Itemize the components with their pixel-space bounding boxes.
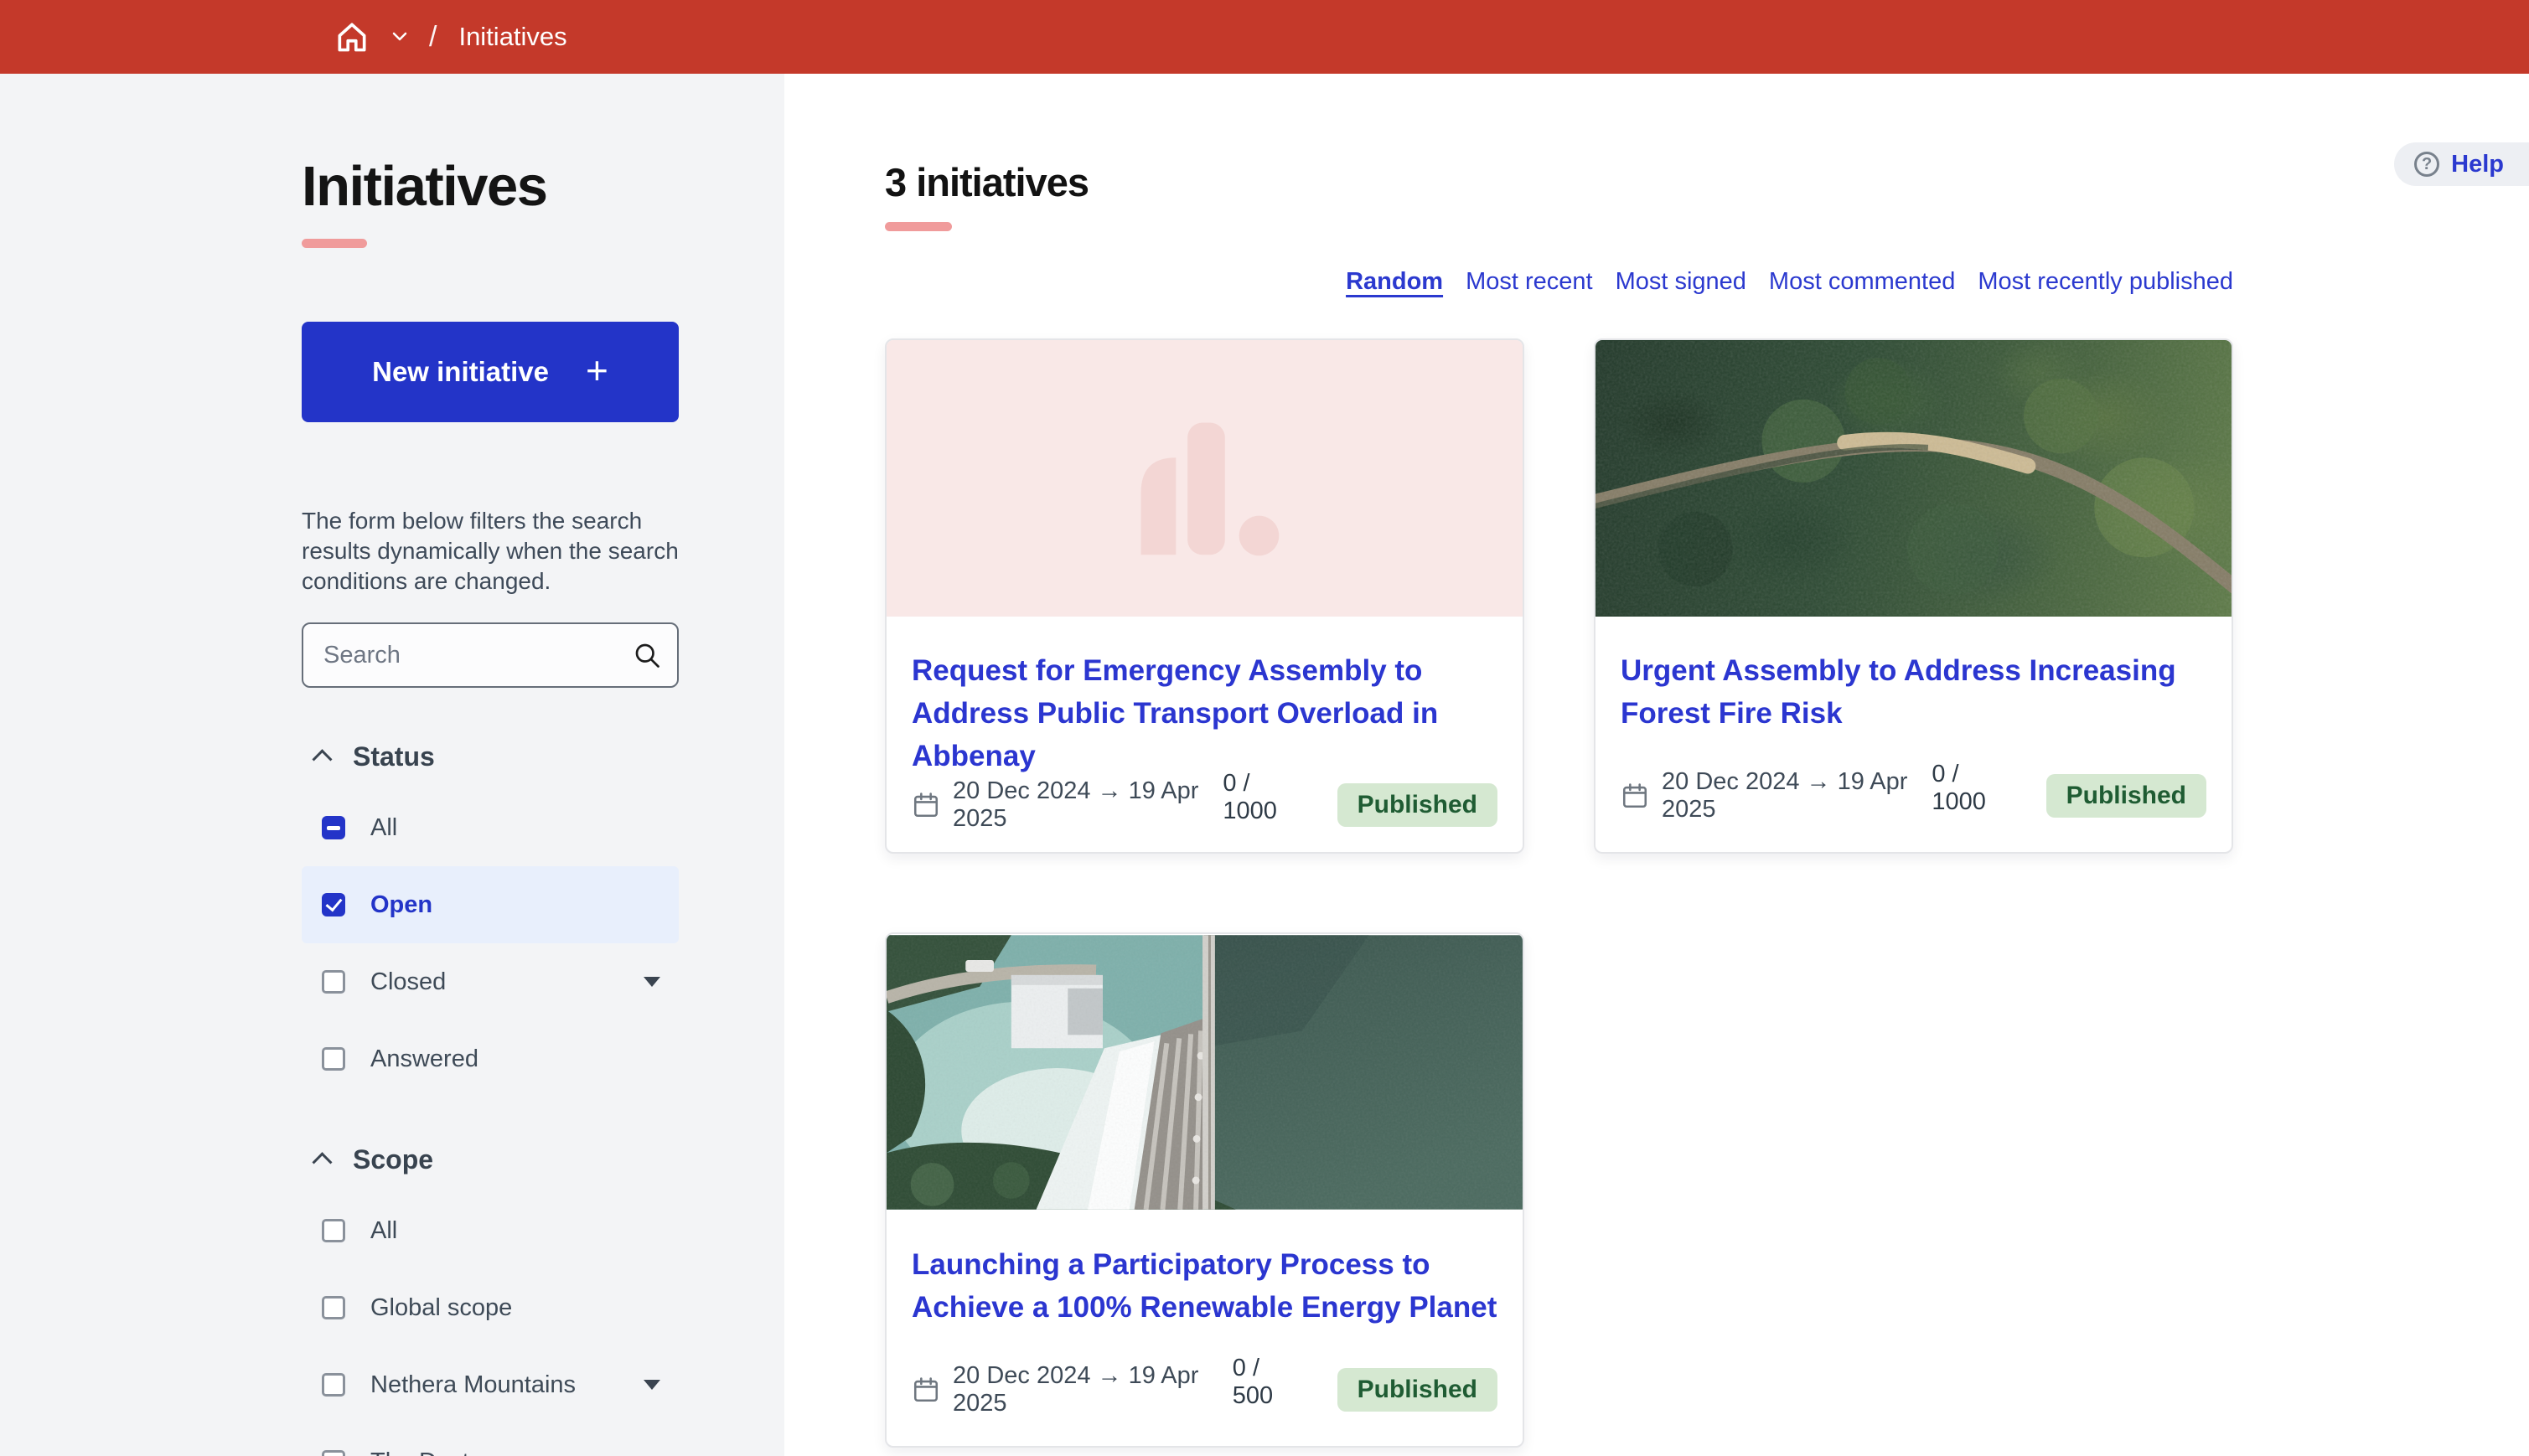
checkbox-unchecked[interactable] — [322, 1219, 345, 1242]
scope-filter-section: Scope All Global scope Nethera Mountains — [302, 1144, 679, 1456]
calendar-icon — [1621, 781, 1649, 811]
initiative-title[interactable]: Launching a Participatory Process to Ach… — [912, 1244, 1497, 1330]
initiative-card[interactable]: Request for Emergency Assembly to Addres… — [885, 338, 1524, 854]
home-icon[interactable] — [334, 18, 370, 55]
initiative-card[interactable]: Urgent Assembly to Address Increasing Fo… — [1594, 338, 2233, 854]
breadcrumb-bar: / Initiatives — [0, 0, 2529, 74]
calendar-icon — [912, 1375, 940, 1405]
status-filter-section: Status All Open Closed Answe — [302, 741, 679, 1097]
search-icon — [632, 640, 662, 674]
initiative-image-dam — [887, 934, 1523, 1211]
help-label: Help — [2451, 151, 2504, 178]
filter-option-scope-the-dust[interactable]: The Dust — [302, 1423, 679, 1456]
sort-random[interactable]: Random — [1346, 268, 1443, 296]
initiative-meta: 20 Dec 2024 → 19 Apr 2025 0 / 1000 Publi… — [912, 777, 1497, 833]
page-title: Initiatives — [302, 154, 679, 219]
chevron-up-icon — [312, 750, 332, 770]
initiative-dates: 20 Dec 2024 → 19 Apr 2025 — [953, 1362, 1233, 1417]
filter-option-status-all[interactable]: All — [302, 789, 679, 866]
signature-count: 0 / 1000 — [1932, 761, 2009, 816]
sort-most-commented[interactable]: Most commented — [1769, 268, 1955, 296]
question-mark-icon: ? — [2414, 152, 2439, 177]
help-button[interactable]: ? Help — [2394, 142, 2529, 186]
sort-most-recent[interactable]: Most recent — [1466, 268, 1593, 296]
initiative-image-forest — [1595, 340, 2232, 617]
checkbox-unchecked[interactable] — [322, 1296, 345, 1319]
chevron-down-icon[interactable] — [392, 32, 407, 42]
caret-down-icon[interactable] — [644, 977, 660, 987]
new-initiative-button[interactable]: New initiative + — [302, 322, 679, 422]
signature-count: 0 / 500 — [1233, 1355, 1301, 1410]
status-section-toggle[interactable]: Status — [302, 741, 679, 772]
initiative-dates: 20 Dec 2024 → 19 Apr 2025 — [953, 777, 1223, 833]
filter-option-scope-global[interactable]: Global scope — [302, 1269, 679, 1346]
results-count-heading: 3 initiatives — [885, 159, 2529, 205]
title-accent-bar — [302, 239, 367, 248]
new-initiative-label: New initiative — [372, 356, 549, 388]
calendar-icon — [912, 790, 940, 820]
initiative-title[interactable]: Request for Emergency Assembly to Addres… — [912, 650, 1497, 777]
filter-option-status-closed[interactable]: Closed — [302, 943, 679, 1020]
search-box — [302, 622, 679, 688]
checkbox-checked[interactable] — [322, 893, 345, 916]
filter-option-status-open[interactable]: Open — [302, 866, 679, 943]
scope-section-toggle[interactable]: Scope — [302, 1144, 679, 1175]
sort-options: Random Most recent Most signed Most comm… — [885, 268, 2233, 296]
plus-icon: + — [586, 348, 608, 393]
caret-down-icon[interactable] — [644, 1380, 660, 1390]
filter-description: The form below filters the search result… — [302, 506, 679, 596]
checkbox-unchecked[interactable] — [322, 970, 345, 994]
initiative-dates: 20 Dec 2024 → 19 Apr 2025 — [1662, 768, 1932, 824]
filter-option-status-answered[interactable]: Answered — [302, 1020, 679, 1097]
search-input[interactable] — [302, 622, 679, 688]
checkbox-indeterminate[interactable] — [322, 816, 345, 839]
bar-chart-logo-icon — [887, 340, 1523, 617]
initiative-meta: 20 Dec 2024 → 19 Apr 2025 0 / 1000 Publi… — [1621, 768, 2206, 824]
filter-option-scope-all[interactable]: All — [302, 1192, 679, 1269]
initiative-meta: 20 Dec 2024 → 19 Apr 2025 0 / 500 Publis… — [912, 1362, 1497, 1417]
breadcrumb-current: Initiatives — [458, 22, 566, 52]
sort-most-signed[interactable]: Most signed — [1616, 268, 1746, 296]
filters-sidebar: Initiatives New initiative + The form be… — [0, 74, 784, 1456]
status-badge: Published — [1337, 1368, 1497, 1412]
status-badge: Published — [1337, 783, 1497, 827]
status-section-title: Status — [353, 741, 435, 772]
checkbox-unchecked[interactable] — [322, 1450, 345, 1456]
sort-most-recently-published[interactable]: Most recently published — [1978, 268, 2233, 296]
filter-option-scope-nethera-mountains[interactable]: Nethera Mountains — [302, 1346, 679, 1423]
initiative-card[interactable]: Launching a Participatory Process to Ach… — [885, 932, 1524, 1448]
scope-section-title: Scope — [353, 1144, 433, 1175]
heading-accent-bar — [885, 222, 952, 231]
breadcrumb-separator: / — [429, 21, 437, 54]
signature-count: 0 / 1000 — [1223, 770, 1300, 825]
checkbox-unchecked[interactable] — [322, 1047, 345, 1071]
chevron-up-icon — [312, 1153, 332, 1173]
results-area: ? Help 3 initiatives Random Most recent … — [784, 74, 2529, 1456]
checkbox-unchecked[interactable] — [322, 1373, 345, 1397]
initiative-image-placeholder — [887, 340, 1523, 617]
initiatives-grid: Request for Emergency Assembly to Addres… — [885, 338, 2233, 1448]
initiative-title[interactable]: Urgent Assembly to Address Increasing Fo… — [1621, 650, 2206, 736]
status-badge: Published — [2046, 774, 2206, 818]
